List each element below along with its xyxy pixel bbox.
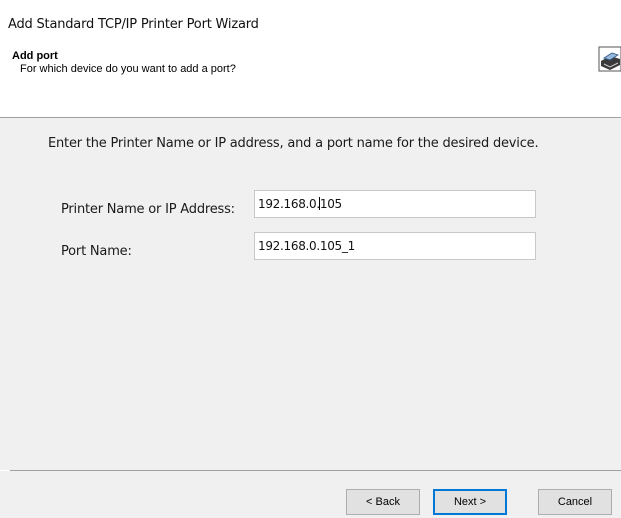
port-name-label: Port Name: [61, 244, 132, 259]
instruction-text: Enter the Printer Name or IP address, an… [48, 136, 539, 151]
port-name-value: 192.168.0.105_1 [258, 239, 355, 253]
header-subtitle: For which device do you want to add a po… [20, 63, 236, 75]
wizard-footer: < Back Next > Cancel [0, 471, 621, 518]
wizard-header: Add port For which device do you want to… [0, 36, 621, 117]
back-button[interactable]: < Back [346, 489, 420, 515]
printer-wizard-icon [598, 46, 621, 72]
window-title: Add Standard TCP/IP Printer Port Wizard [8, 17, 259, 32]
next-button[interactable]: Next > [433, 489, 507, 515]
title-bar: Add Standard TCP/IP Printer Port Wizard [0, 0, 621, 36]
port-name-input[interactable]: 192.168.0.105_1 [254, 232, 536, 260]
printer-name-input[interactable]: 192.168.0.105 [254, 190, 536, 218]
printer-name-label: Printer Name or IP Address: [61, 202, 235, 217]
cancel-button[interactable]: Cancel [538, 489, 612, 515]
header-title: Add port [12, 50, 58, 62]
wizard-content: Enter the Printer Name or IP address, an… [0, 118, 621, 470]
printer-name-value-after: 105 [319, 197, 342, 211]
printer-name-value-before: 192.168.0. [258, 197, 320, 211]
